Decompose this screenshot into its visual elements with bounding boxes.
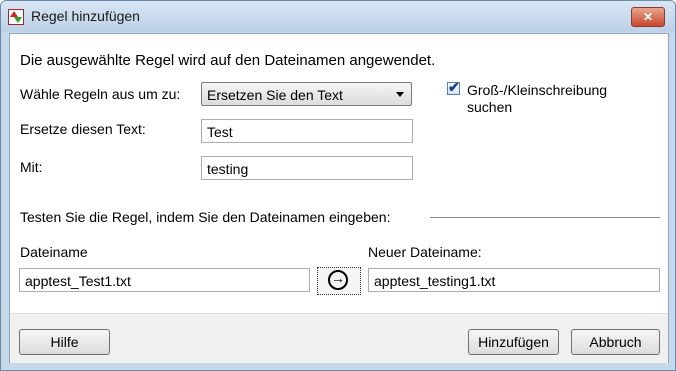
filename-value: apptest_Test1.txt (25, 273, 131, 289)
new-filename-value: apptest_testing1.txt (374, 273, 496, 289)
chevron-down-icon (396, 92, 404, 97)
test-section-label: Testen Sie die Regel, indem Sie den Date… (20, 209, 391, 225)
rule-select[interactable]: Ersetzen Sie den Text (201, 82, 412, 106)
close-icon: ✕ (642, 10, 654, 24)
replace-label: Ersetze diesen Text: (20, 121, 146, 137)
section-divider (430, 217, 660, 218)
with-text-value: testing (207, 161, 249, 177)
dialog-window: Regel hinzufügen ✕ Die ausgewählte Regel… (0, 0, 676, 371)
new-filename-output: apptest_testing1.txt (368, 268, 660, 292)
rule-select-value: Ersetzen Sie den Text (207, 87, 343, 103)
rename-app-icon (8, 9, 24, 25)
title-bar: Regel hinzufügen ✕ (1, 1, 675, 32)
rule-label: Wähle Regeln aus um zu: (20, 86, 181, 102)
filename-label: Dateiname (20, 244, 88, 260)
case-sensitive-label: Groß-/Kleinschreibung suchen (467, 82, 608, 115)
checkmark-icon: ✔ (448, 79, 460, 95)
filename-input[interactable]: apptest_Test1.txt (19, 268, 310, 292)
add-button[interactable]: Hinzufügen (468, 329, 559, 355)
replace-text-value: Test (207, 124, 233, 140)
case-sensitive-checkbox[interactable]: ✔ (447, 79, 460, 95)
apply-preview-button[interactable]: → (317, 267, 361, 295)
button-bar: Hilfe Hinzufügen Abbruch (10, 313, 668, 363)
description-text: Die ausgewählte Regel wird auf den Datei… (20, 52, 436, 69)
with-text-input[interactable]: testing (201, 156, 413, 180)
close-button[interactable]: ✕ (631, 7, 665, 27)
replace-text-input[interactable]: Test (201, 119, 413, 143)
window-title: Regel hinzufügen (31, 8, 140, 24)
with-label: Mit: (20, 159, 43, 175)
help-button[interactable]: Hilfe (19, 329, 110, 355)
new-filename-label: Neuer Dateiname: (368, 244, 482, 260)
cancel-button[interactable]: Abbruch (571, 329, 660, 355)
dialog-content: Die ausgewählte Regel wird auf den Datei… (9, 33, 669, 363)
